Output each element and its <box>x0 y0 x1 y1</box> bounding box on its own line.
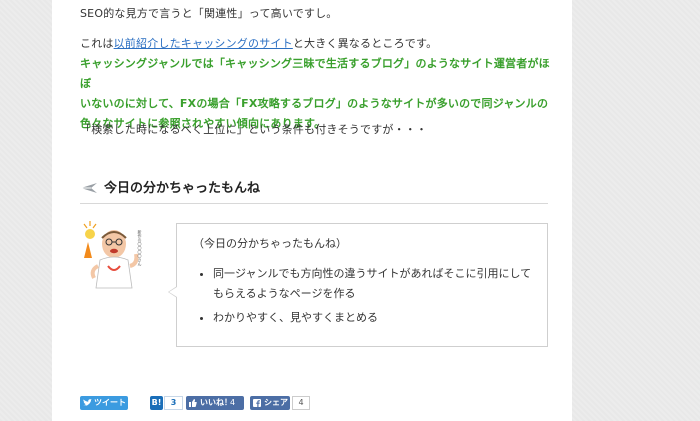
share-count: 4 <box>292 396 310 410</box>
author-avatar: 新作の〇〇〇〇さん <box>83 221 143 289</box>
share-label: シェア <box>264 398 288 407</box>
like-count: 4 <box>230 398 236 407</box>
facebook-like-button[interactable]: いいね！ <box>186 396 244 410</box>
section-heading: 今日の分かちゃったもんね <box>80 178 548 204</box>
article-body: SEO的な見方で言うと「関連性」って高いですし。 これは以前紹介したキャッシング… <box>52 0 572 421</box>
paragraph-text: これは <box>80 37 114 50</box>
summary-list: 同一ジャンルでも方向性の違うサイトがあればそこに引用にしてもらえるようなページを… <box>193 264 533 332</box>
speech-bubble-tail <box>168 286 177 298</box>
summary-box: （今日の分かちゃったもんね） 同一ジャンルでも方向性の違うサイトがあればそこに引… <box>168 223 548 347</box>
avatar-caption: 新作の〇〇〇〇さん <box>138 229 143 266</box>
airplane-icon <box>81 183 97 193</box>
highlight-text: キャッシングジャンルでは「キャッシング三昧で生活するブログ」のようなサイト運営者… <box>80 57 550 90</box>
thumbs-up-icon <box>189 399 197 407</box>
hatena-count: 3 <box>164 396 183 410</box>
tweet-button[interactable]: ツイート <box>80 396 128 410</box>
highlight-text: いないのに対して、FXの場合「FX攻略するブログ」のようなサイトが多いので同ジャ… <box>80 97 549 110</box>
hatena-bookmark-button[interactable]: B! <box>150 396 163 410</box>
twitter-bird-icon <box>83 399 92 406</box>
paragraph-seo: SEO的な見方で言うと「関連性」って高いですし。 <box>80 7 338 20</box>
paragraph-text: と大きく異なるところです。 <box>292 37 438 50</box>
hatena-bookmark-icon: B! <box>151 398 162 407</box>
list-item: わかりやすく、見やすくまとめる <box>213 308 533 328</box>
paragraph-comparison: これは以前紹介したキャッシングのサイトと大きく異なるところです。 キャッシングジ… <box>80 34 550 134</box>
previous-caching-site-link[interactable]: 以前紹介したキャッシングのサイト <box>114 37 293 50</box>
like-label: いいね！ <box>200 398 232 407</box>
facebook-icon <box>253 399 261 407</box>
section-heading-title: 今日の分かちゃったもんね <box>104 181 261 196</box>
paragraph-search: 「検索した時になるべく上位に」という条件も付きそうですが・・・ <box>80 123 428 136</box>
tweet-label: ツイート <box>94 398 126 407</box>
list-item: 同一ジャンルでも方向性の違うサイトがあればそこに引用にしてもらえるようなページを… <box>213 264 533 304</box>
facebook-share-button[interactable]: シェア <box>250 396 290 410</box>
summary-title: （今日の分かちゃったもんね） <box>193 237 347 250</box>
